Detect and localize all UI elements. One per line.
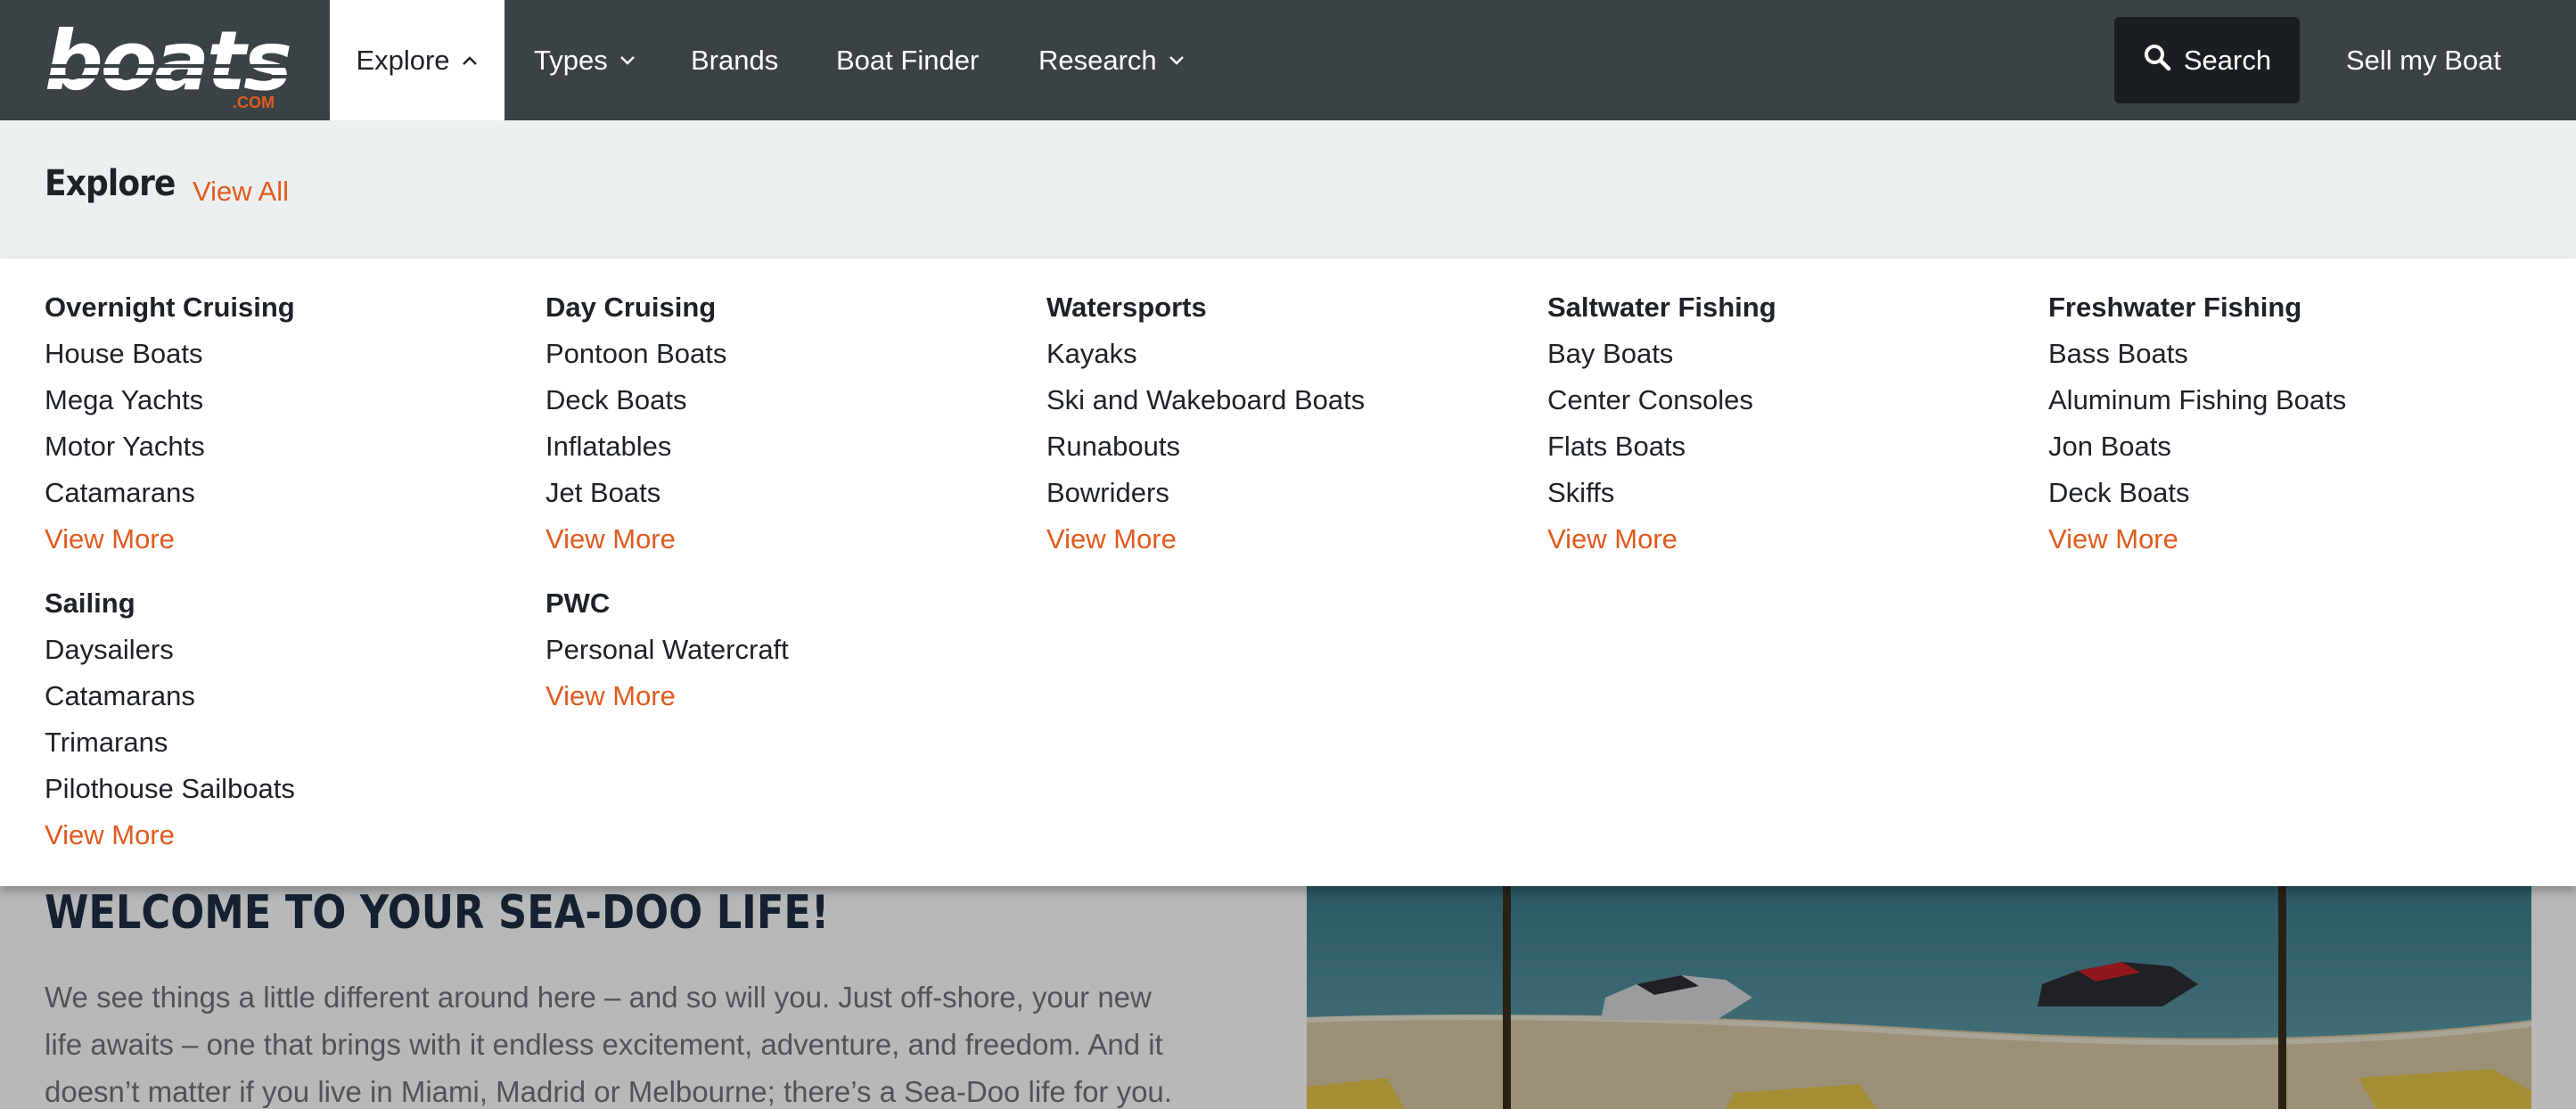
category-pwc: PWC Personal Watercraft View More [546,580,789,719]
category-link[interactable]: Ski and Wakeboard Boats [1046,377,1365,423]
mega-menu-header: Explore View All [0,120,2576,259]
category-link[interactable]: Aluminum Fishing Boats [2048,377,2346,423]
category-saltwater-fishing: Saltwater Fishing Bay Boats Center Conso… [1547,284,1776,563]
category-link[interactable]: Pilothouse Sailboats [45,766,295,812]
category-day-cruising: Day Cruising Pontoon Boats Deck Boats In… [546,284,726,563]
category-link[interactable]: Bay Boats [1547,331,1776,377]
category-heading[interactable]: Watersports [1046,284,1365,331]
nav-explore[interactable]: Explore [330,0,505,120]
category-sailing: Sailing Daysailers Catamarans Trimarans … [45,580,295,858]
view-more-link[interactable]: View More [45,516,295,563]
category-link[interactable]: Jet Boats [546,470,726,516]
top-navigation-bar: boats .COM Explore Types Brands Boat Fin… [0,0,2576,120]
category-link[interactable]: Mega Yachts [45,377,295,423]
view-more-link[interactable]: View More [546,673,789,719]
view-more-link[interactable]: View More [1547,516,1776,563]
mega-menu-panel: Overnight Cruising House Boats Mega Yach… [0,259,2576,886]
category-freshwater-fishing: Freshwater Fishing Bass Boats Aluminum F… [2048,284,2346,563]
nav-brands-label: Brands [691,44,779,76]
category-heading[interactable]: Saltwater Fishing [1547,284,1776,331]
chevron-down-icon [619,52,636,70]
nav-types[interactable]: Types [534,0,636,120]
category-heading[interactable]: Freshwater Fishing [2048,284,2346,331]
search-icon [2143,43,2184,78]
page-content: WELCOME TO YOUR SEA-DOO LIFE! We see thi… [0,886,2576,1109]
category-link[interactable]: Center Consoles [1547,377,1776,423]
category-watersports: Watersports Kayaks Ski and Wakeboard Boa… [1046,284,1365,563]
view-more-link[interactable]: View More [1046,516,1365,563]
logo-suffix: .COM [233,94,275,111]
category-link[interactable]: Trimarans [45,719,295,766]
category-link[interactable]: House Boats [45,331,295,377]
nav-boat-finder[interactable]: Boat Finder [836,0,979,120]
chevron-up-icon [461,52,479,70]
nav-boat-finder-label: Boat Finder [836,44,980,76]
chevron-down-icon [1168,52,1185,70]
view-more-link[interactable]: View More [45,812,295,858]
category-heading[interactable]: Sailing [45,580,295,627]
sell-my-boat-label: Sell my Boat [2346,44,2502,76]
category-link[interactable]: Catamarans [45,470,295,516]
category-link[interactable]: Kayaks [1046,331,1365,377]
category-link[interactable]: Bass Boats [2048,331,2346,377]
nav-types-label: Types [534,44,608,76]
nav-research[interactable]: Research [1038,0,1185,120]
category-link[interactable]: Deck Boats [546,377,726,423]
category-link[interactable]: Runabouts [1046,423,1365,470]
category-link[interactable]: Pontoon Boats [546,331,726,377]
category-link[interactable]: Motor Yachts [45,423,295,470]
nav-explore-label: Explore [356,44,450,76]
boats-logo[interactable]: boats .COM [41,13,299,111]
category-heading[interactable]: PWC [546,580,789,627]
view-more-link[interactable]: View More [546,516,726,563]
category-overnight-cruising: Overnight Cruising House Boats Mega Yach… [45,284,295,563]
mega-menu-title: Explore [45,163,176,204]
category-heading[interactable]: Day Cruising [546,284,726,331]
view-all-link[interactable]: View All [193,176,289,208]
category-link[interactable]: Personal Watercraft [546,627,789,673]
category-link[interactable]: Daysailers [45,627,295,673]
category-link[interactable]: Catamarans [45,673,295,719]
category-link[interactable]: Inflatables [546,423,726,470]
view-more-link[interactable]: View More [2048,516,2346,563]
nav-brands[interactable]: Brands [691,0,778,120]
category-link[interactable]: Flats Boats [1547,423,1776,470]
search-button[interactable]: Search [2114,17,2300,103]
search-button-label: Search [2183,44,2272,76]
category-link[interactable]: Jon Boats [2048,423,2346,470]
category-link[interactable]: Skiffs [1547,470,1776,516]
sell-my-boat-link[interactable]: Sell my Boat [2346,0,2501,120]
category-heading[interactable]: Overnight Cruising [45,284,295,331]
page-dim-overlay[interactable] [0,886,2576,1109]
category-link[interactable]: Bowriders [1046,470,1365,516]
nav-research-label: Research [1038,44,1157,76]
category-link[interactable]: Deck Boats [2048,470,2346,516]
